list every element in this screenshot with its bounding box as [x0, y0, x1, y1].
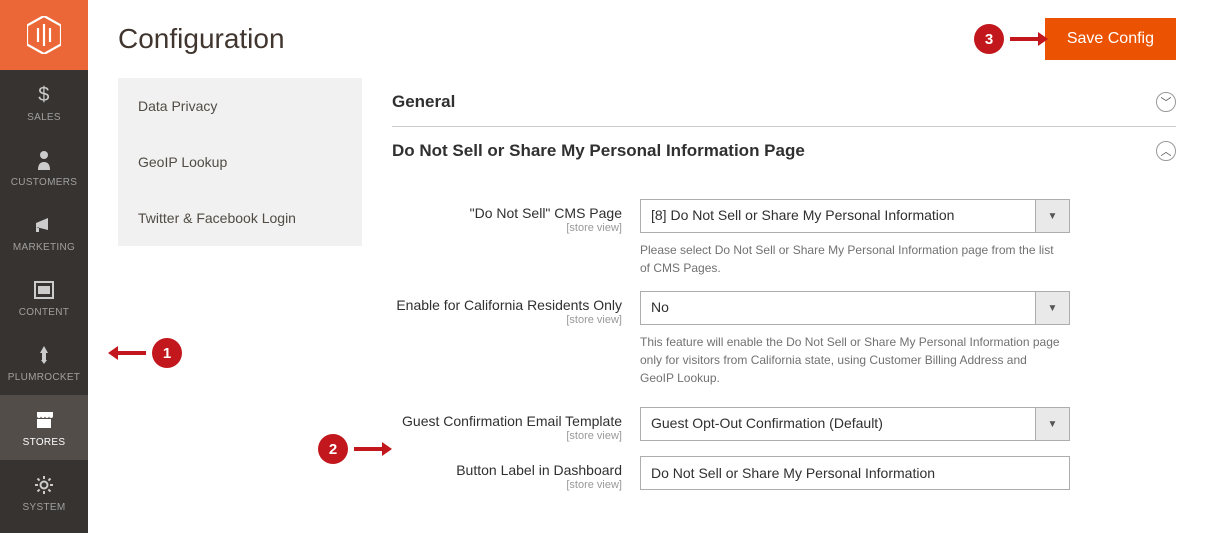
main-panel: Configuration Save Config Data Privacy G…	[88, 0, 1206, 533]
field-control: No ▼ This feature will enable the Do Not…	[640, 291, 1070, 387]
scope-hint: [store view]	[392, 430, 622, 442]
section-title: General	[392, 92, 455, 112]
dollar-icon: $	[38, 84, 49, 106]
nav-item-plumrocket[interactable]: PLUMROCKET	[0, 330, 88, 395]
button-label-input[interactable]	[640, 456, 1070, 490]
nav-label: CONTENT	[19, 307, 69, 318]
label-text: Button Label in Dashboard	[456, 462, 622, 478]
select-value: No	[641, 292, 1035, 324]
rocket-icon	[35, 344, 53, 366]
magento-logo[interactable]	[0, 0, 88, 70]
dropdown-caret-icon: ▼	[1035, 292, 1069, 324]
megaphone-icon	[34, 214, 54, 236]
gear-icon	[34, 474, 54, 496]
nav-label: CUSTOMERS	[11, 177, 77, 188]
scope-hint: [store view]	[392, 222, 622, 234]
guest-template-select[interactable]: Guest Opt-Out Confirmation (Default) ▼	[640, 407, 1070, 441]
dropdown-caret-icon: ▼	[1035, 408, 1069, 440]
nav-item-sales[interactable]: $ SALES	[0, 70, 88, 135]
tab-label: Twitter & Facebook Login	[138, 210, 296, 226]
dropdown-caret-icon: ▼	[1035, 200, 1069, 232]
field-note: This feature will enable the Do Not Sell…	[640, 333, 1060, 387]
field-note: Please select Do Not Sell or Share My Pe…	[640, 241, 1060, 277]
chevron-up-icon: ︿	[1156, 141, 1176, 161]
field-button-label: Button Label in Dashboard [store view]	[392, 456, 1176, 491]
field-guest-template: Guest Confirmation Email Template [store…	[392, 407, 1176, 442]
nav-label: SALES	[27, 112, 61, 123]
label-text: Guest Confirmation Email Template	[402, 413, 622, 429]
field-control: [8] Do Not Sell or Share My Personal Inf…	[640, 199, 1070, 277]
content-row: Data Privacy GeoIP Lookup Twitter & Face…	[88, 78, 1206, 505]
select-value: [8] Do Not Sell or Share My Personal Inf…	[641, 200, 1035, 232]
nav-item-marketing[interactable]: MARKETING	[0, 200, 88, 265]
magento-hex-icon	[27, 16, 61, 54]
section-title: Do Not Sell or Share My Personal Informa…	[392, 141, 805, 161]
page-title: Configuration	[118, 23, 285, 55]
field-california-only: Enable for California Residents Only [st…	[392, 291, 1176, 387]
do-not-sell-fieldset: "Do Not Sell" CMS Page [store view] [8] …	[392, 175, 1176, 491]
admin-sidebar: $ SALES CUSTOMERS MARKETING CONTENT PLUM…	[0, 0, 88, 533]
section-do-not-sell[interactable]: Do Not Sell or Share My Personal Informa…	[392, 127, 1176, 175]
nav-item-customers[interactable]: CUSTOMERS	[0, 135, 88, 200]
config-tabs: Data Privacy GeoIP Lookup Twitter & Face…	[118, 78, 362, 246]
field-label: "Do Not Sell" CMS Page [store view]	[392, 199, 640, 234]
tab-label: Data Privacy	[138, 98, 217, 114]
select-value: Guest Opt-Out Confirmation (Default)	[641, 408, 1035, 440]
label-text: Enable for California Residents Only	[396, 297, 622, 313]
field-control	[640, 456, 1070, 490]
tab-geoip-lookup[interactable]: GeoIP Lookup	[118, 134, 362, 190]
store-icon	[33, 409, 55, 431]
cms-page-select[interactable]: [8] Do Not Sell or Share My Personal Inf…	[640, 199, 1070, 233]
field-control: Guest Opt-Out Confirmation (Default) ▼	[640, 407, 1070, 441]
nav-label: STORES	[23, 437, 66, 448]
field-label: Guest Confirmation Email Template [store…	[392, 407, 640, 442]
config-body: General ﹀ Do Not Sell or Share My Person…	[362, 78, 1206, 505]
nav-item-system[interactable]: SYSTEM	[0, 460, 88, 525]
nav-label: MARKETING	[13, 242, 75, 253]
tab-label: GeoIP Lookup	[138, 154, 227, 170]
save-config-button[interactable]: Save Config	[1045, 18, 1176, 60]
scope-hint: [store view]	[392, 314, 622, 326]
layout-icon	[34, 279, 54, 301]
page-header: Configuration Save Config	[88, 0, 1206, 78]
chevron-down-icon: ﹀	[1156, 92, 1176, 112]
person-icon	[36, 149, 52, 171]
nav-item-content[interactable]: CONTENT	[0, 265, 88, 330]
tab-twitter-facebook-login[interactable]: Twitter & Facebook Login	[118, 190, 362, 246]
label-text: "Do Not Sell" CMS Page	[470, 205, 622, 221]
section-general[interactable]: General ﹀	[392, 78, 1176, 127]
tab-data-privacy[interactable]: Data Privacy	[118, 78, 362, 134]
nav-label: SYSTEM	[23, 502, 66, 513]
nav-item-stores[interactable]: STORES	[0, 395, 88, 460]
nav-label: PLUMROCKET	[8, 372, 80, 383]
california-select[interactable]: No ▼	[640, 291, 1070, 325]
scope-hint: [store view]	[392, 479, 622, 491]
field-label: Button Label in Dashboard [store view]	[392, 456, 640, 491]
field-cms-page: "Do Not Sell" CMS Page [store view] [8] …	[392, 199, 1176, 277]
field-label: Enable for California Residents Only [st…	[392, 291, 640, 326]
